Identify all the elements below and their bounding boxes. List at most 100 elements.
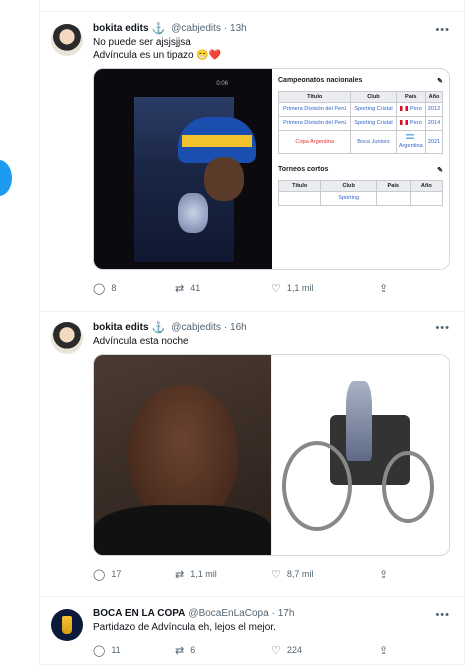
- tweet-time[interactable]: · 17h: [272, 607, 295, 621]
- column-header: País: [375, 180, 411, 192]
- tweet-text: Advíncula esta noche: [93, 335, 464, 348]
- table-cell: Copa Argentina: [277, 130, 352, 154]
- author-handle[interactable]: @BocaEnLaCopa: [188, 607, 268, 621]
- tweet[interactable]: bokita edits ⚓ @cabjedits · 13h ••• No p…: [40, 12, 464, 312]
- author-handle[interactable]: @cabjedits: [171, 321, 221, 335]
- author-name[interactable]: BOCA EN LA COPA: [93, 607, 185, 621]
- tweet[interactable]: bokita edits ⚓ @cabjedits · 16h ••• Adví…: [40, 312, 464, 597]
- anchor-icon: ⚓: [151, 322, 166, 334]
- tweet-time[interactable]: · 13h: [224, 22, 247, 36]
- table-cell: Primera División del Perú: [277, 102, 352, 117]
- column-header: Club: [320, 180, 377, 192]
- reply-count: 17: [111, 569, 122, 579]
- column-header: País: [395, 91, 427, 103]
- table-title-text: Campeonatos nacionales: [278, 77, 363, 84]
- avatar[interactable]: [51, 322, 83, 354]
- retweet-icon: ⇄: [175, 644, 185, 657]
- table-cell: 2014: [425, 116, 443, 131]
- tweet-header: BOCA EN LA COPA @BocaEnLaCopa · 17h: [93, 607, 464, 621]
- retweet-button[interactable]: ⇄ 6: [175, 644, 271, 657]
- table2-title: Torneos cortos ✎: [278, 166, 443, 174]
- meme-photo-left[interactable]: [94, 355, 271, 555]
- table-row: Primera División del Perú Sporting Crist…: [277, 116, 443, 131]
- wiki-screenshot: Campeonatos nacionales ✎ Título Club País…: [272, 69, 449, 269]
- like-count: 8,7 mil: [286, 569, 314, 579]
- table-cell: Sporting Cristal: [350, 116, 397, 131]
- table-cell: 2021: [425, 130, 443, 154]
- table-cell: [277, 191, 322, 206]
- column-header: Año: [425, 91, 443, 103]
- reply-button[interactable]: ◯ 17: [93, 568, 175, 581]
- table-cell: Perú: [395, 102, 427, 117]
- titles-table: Título Club País Año Primera División de…: [277, 91, 443, 154]
- reply-icon: ◯: [93, 644, 106, 657]
- author-name[interactable]: bokita edits: [93, 321, 149, 335]
- share-button[interactable]: ⇪: [379, 282, 388, 295]
- page: bokita edits ⚓ @cabjedits · 13h ••• No p…: [0, 0, 475, 665]
- tweet[interactable]: BOCA EN LA COPA @BocaEnLaCopa · 17h ••• …: [40, 597, 464, 665]
- table-cell: Sporting: [320, 191, 377, 206]
- more-icon[interactable]: •••: [435, 322, 450, 334]
- retweet-icon: ⇄: [175, 282, 185, 295]
- like-button[interactable]: ♡ 224: [271, 644, 379, 657]
- previous-tweet-actions: [40, 0, 464, 12]
- tweet-time[interactable]: · 16h: [224, 321, 247, 335]
- share-button[interactable]: ⇪: [379, 568, 388, 581]
- retweet-count: 41: [190, 283, 201, 293]
- trophy-graphic: [178, 193, 208, 233]
- tweet-text-line: No puede ser ajsjsjjsa: [93, 37, 191, 48]
- wheel-graphic: [282, 441, 352, 531]
- tweet-text: No puede ser ajsjsjjsa Advíncula es un t…: [93, 36, 464, 62]
- column-header: Año: [409, 180, 444, 192]
- heart-icon: ♡: [271, 568, 281, 581]
- reply-icon: ◯: [93, 568, 106, 581]
- cap-band-graphic: [182, 135, 252, 147]
- author-name[interactable]: bokita edits: [93, 22, 149, 36]
- retweet-button[interactable]: ⇄ 41: [175, 282, 271, 295]
- tweet-text-line: Advíncula es un tipazo 😁❤️: [93, 50, 222, 61]
- peru-flag-icon: [399, 106, 408, 112]
- tweet-actions: ◯ 8 ⇄ 41 ♡ 1,1 mil ⇪: [93, 278, 464, 298]
- like-button[interactable]: ♡ 8,7 mil: [271, 568, 379, 581]
- timeline: bokita edits ⚓ @cabjedits · 13h ••• No p…: [39, 0, 465, 665]
- more-icon[interactable]: •••: [435, 24, 450, 36]
- table-row: Copa Argentina Boca Juniors Argentina 20…: [277, 130, 443, 154]
- author-handle[interactable]: @cabjedits: [171, 22, 221, 36]
- player-graphic: [204, 157, 244, 201]
- heart-icon: ♡: [271, 644, 281, 657]
- column-header: Título: [277, 91, 352, 103]
- like-button[interactable]: ♡ 1,1 mil: [271, 282, 379, 295]
- compose-button[interactable]: [0, 160, 12, 196]
- tweet-media[interactable]: 0:06 Campeonatos nacionales ✎ Título Club…: [93, 68, 450, 270]
- retweet-icon: ⇄: [175, 568, 185, 581]
- table-cell: [409, 191, 444, 206]
- share-icon: ⇪: [379, 282, 389, 295]
- share-button[interactable]: ⇪: [379, 644, 388, 657]
- like-count: 1,1 mil: [286, 283, 314, 293]
- video-player[interactable]: 0:06: [94, 69, 272, 269]
- short-tournaments-table: Título Club País Año Sporting: [277, 180, 444, 206]
- pencil-icon: ✎: [437, 167, 443, 174]
- share-icon: ⇪: [379, 644, 389, 657]
- argentina-flag-icon: [405, 134, 414, 140]
- table-cell: Argentina: [395, 130, 427, 154]
- retweet-button[interactable]: ⇄ 1,1 mil: [175, 568, 271, 581]
- retweet-count: 6: [190, 645, 196, 655]
- reply-icon: ◯: [93, 282, 106, 295]
- avatar[interactable]: [51, 609, 83, 641]
- more-icon[interactable]: •••: [435, 609, 450, 621]
- table-cell: Primera División del Perú: [277, 116, 352, 131]
- meme-photo-right[interactable]: [271, 355, 449, 555]
- table-title: Campeonatos nacionales ✎: [278, 77, 443, 85]
- reply-button[interactable]: ◯ 8: [93, 282, 175, 295]
- column-header: Título: [277, 180, 322, 192]
- avatar[interactable]: [51, 24, 83, 56]
- table-cell: Sporting Cristal: [350, 102, 397, 117]
- trophy-icon: [62, 616, 72, 634]
- reply-button[interactable]: ◯ 11: [93, 644, 175, 657]
- tweet-media[interactable]: [93, 354, 450, 556]
- table2-title-text: Torneos cortos: [278, 166, 329, 173]
- video-time: 0:06: [216, 81, 228, 87]
- country-text: Argentina: [398, 143, 423, 149]
- country-text: Perú: [409, 120, 422, 126]
